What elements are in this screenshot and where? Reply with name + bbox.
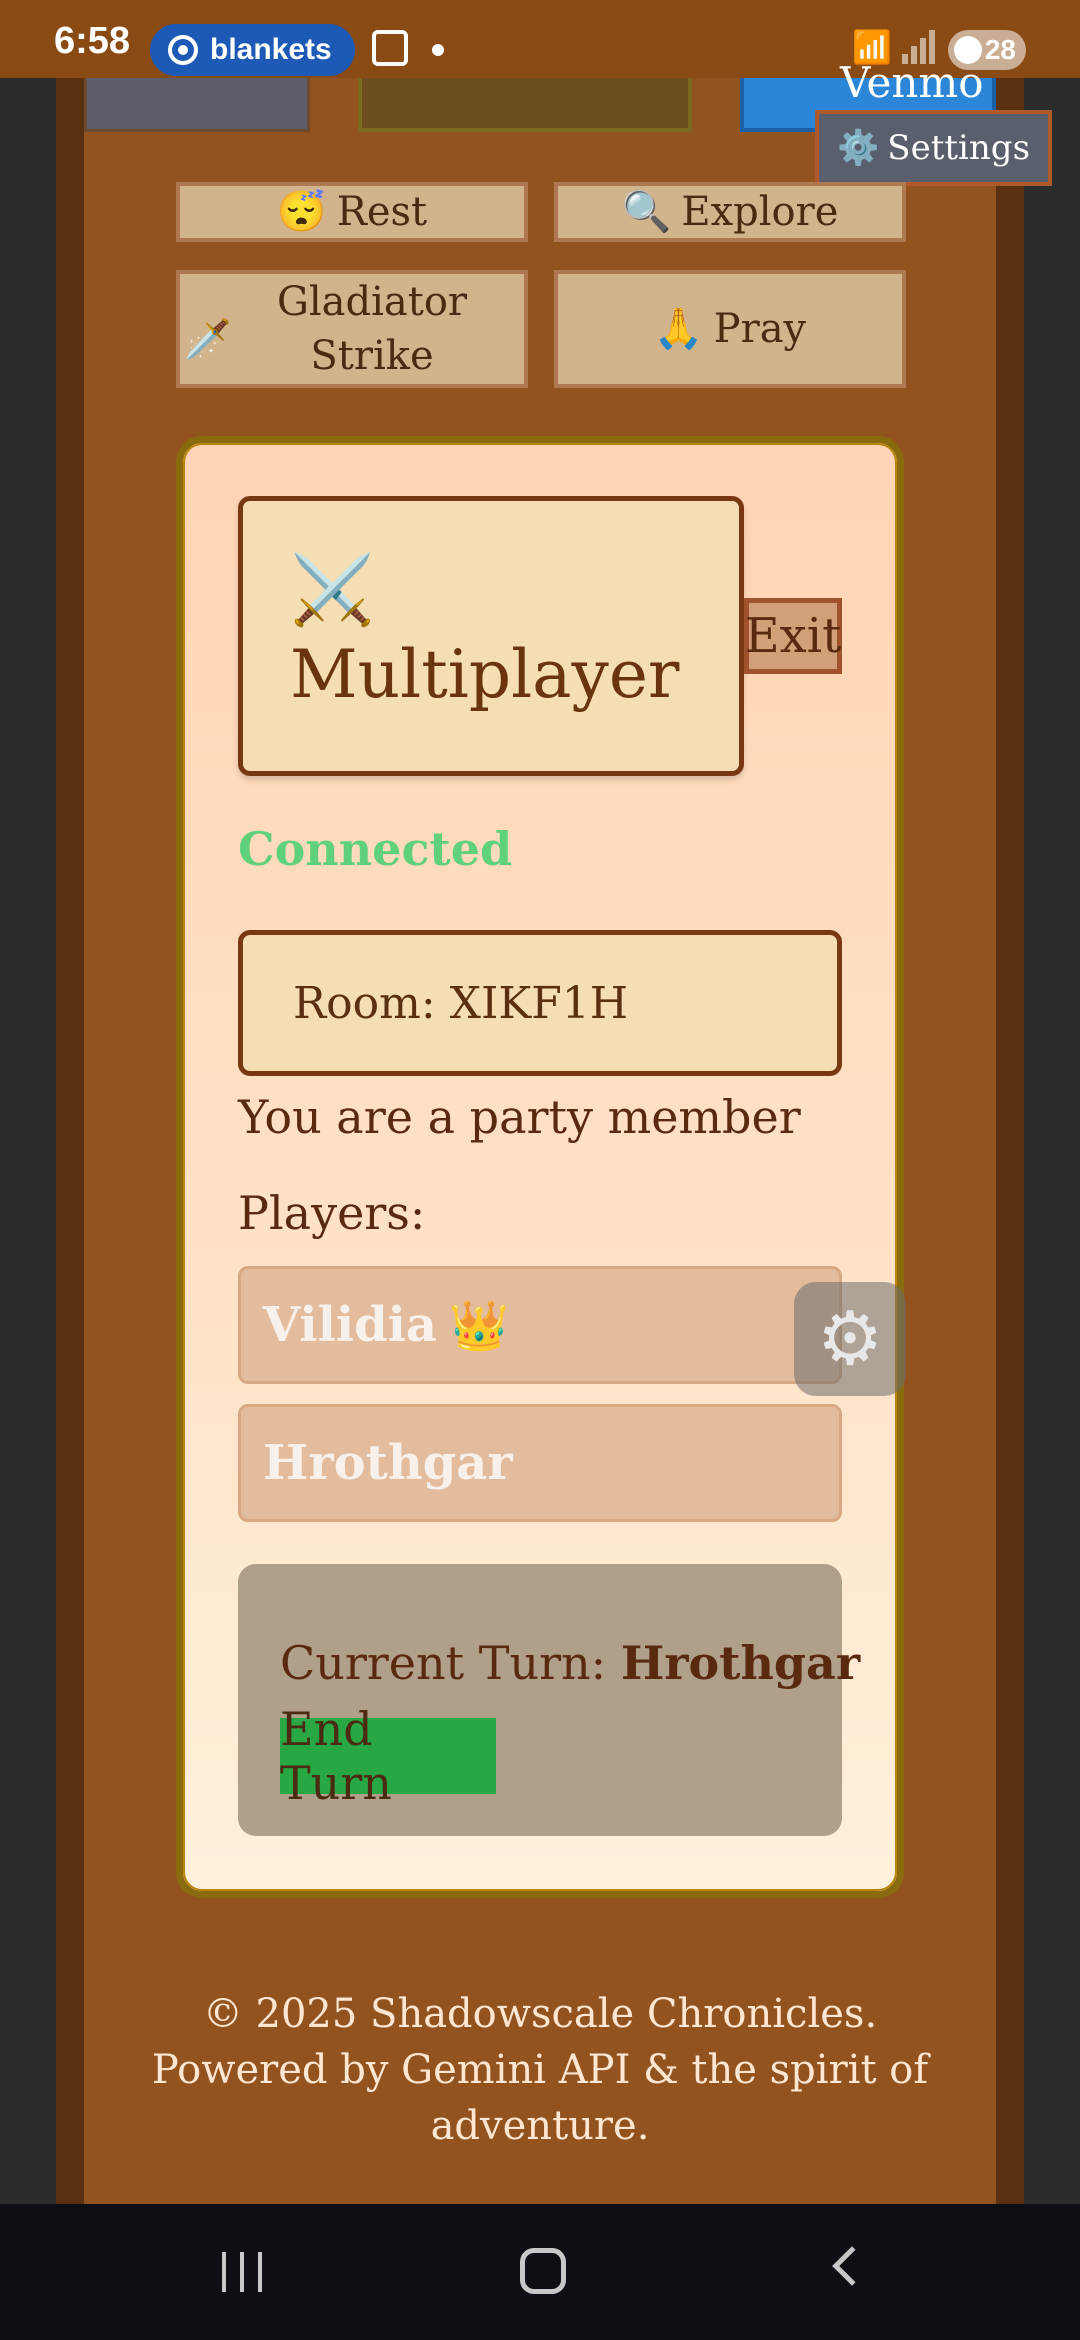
current-turn-player: Hrothgar	[620, 1636, 861, 1690]
top-tile-olive[interactable]	[358, 78, 692, 132]
footer-tagline: adventure.	[430, 2103, 650, 2149]
crown-icon: 👑	[449, 1297, 509, 1354]
record-icon	[168, 35, 198, 65]
sleeping-face-icon: 😴	[276, 189, 327, 235]
magnifier-icon: 🔍	[621, 189, 672, 235]
footer-copyright: © 2025 Shadowscale Chronicles.	[202, 1991, 878, 2037]
recent-apps-icon[interactable]	[220, 2252, 264, 2292]
room-code-box: Room: XIKF1H	[238, 930, 842, 1076]
gladiator-strike-label: Gladiator Strike	[276, 279, 468, 379]
rest-button-label: Rest	[336, 189, 428, 235]
gladiator-strike-button[interactable]: 🗡️ Gladiator Strike	[176, 270, 528, 388]
exit-button[interactable]: Exit	[744, 598, 842, 674]
end-turn-button[interactable]: End Turn	[280, 1702, 496, 1810]
current-turn-label: Current Turn:	[280, 1636, 607, 1690]
screen-capture-icon	[372, 30, 408, 66]
pray-button[interactable]: 🙏 Pray	[554, 270, 906, 388]
room-code-label: Room: XIKF1H	[293, 977, 629, 1029]
rest-button[interactable]: 😴 Rest	[176, 182, 528, 242]
settings-button[interactable]: ⚙️ Settings	[815, 110, 1052, 186]
venmo-label: Venmo	[840, 58, 984, 107]
explore-button-label: Explore	[681, 189, 839, 235]
notification-pill-label: blankets	[210, 33, 332, 66]
notification-pill[interactable]: blankets	[150, 24, 355, 76]
player-list-item: Hrothgar	[238, 1404, 842, 1522]
gear-icon: ⚙️	[836, 128, 880, 168]
settings-button-label: Settings	[887, 128, 1031, 168]
status-time: 6:58	[54, 20, 131, 62]
footer-powered-by: Powered by Gemini API & the spirit of	[151, 2047, 929, 2093]
player-name: Hrothgar	[263, 1435, 513, 1491]
multiplayer-title: Multiplayer	[290, 636, 680, 713]
current-turn-text: Current Turn: Hrothgar	[280, 1636, 860, 1690]
role-text: You are a party member	[238, 1090, 801, 1144]
floating-tools-button[interactable]: ⚙	[794, 1282, 906, 1396]
players-heading: Players:	[238, 1186, 426, 1240]
player-list-item: Vilidia 👑	[238, 1266, 842, 1384]
notification-dot-icon	[432, 44, 444, 56]
top-tile-gray[interactable]	[84, 78, 310, 132]
player-name: Vilidia	[263, 1297, 437, 1353]
praying-hands-icon: 🙏	[653, 306, 704, 352]
gear-tools-icon: ⚙	[816, 1296, 884, 1382]
explore-button[interactable]: 🔍 Explore	[554, 182, 906, 242]
pray-button-label: Pray	[713, 306, 807, 352]
dagger-icon: 🗡️	[184, 317, 232, 361]
home-icon[interactable]	[520, 2248, 566, 2294]
crossed-swords-icon: ⚔️	[290, 551, 375, 630]
footer: © 2025 Shadowscale Chronicles. Powered b…	[84, 1986, 996, 2154]
connection-status: Connected	[238, 822, 513, 876]
